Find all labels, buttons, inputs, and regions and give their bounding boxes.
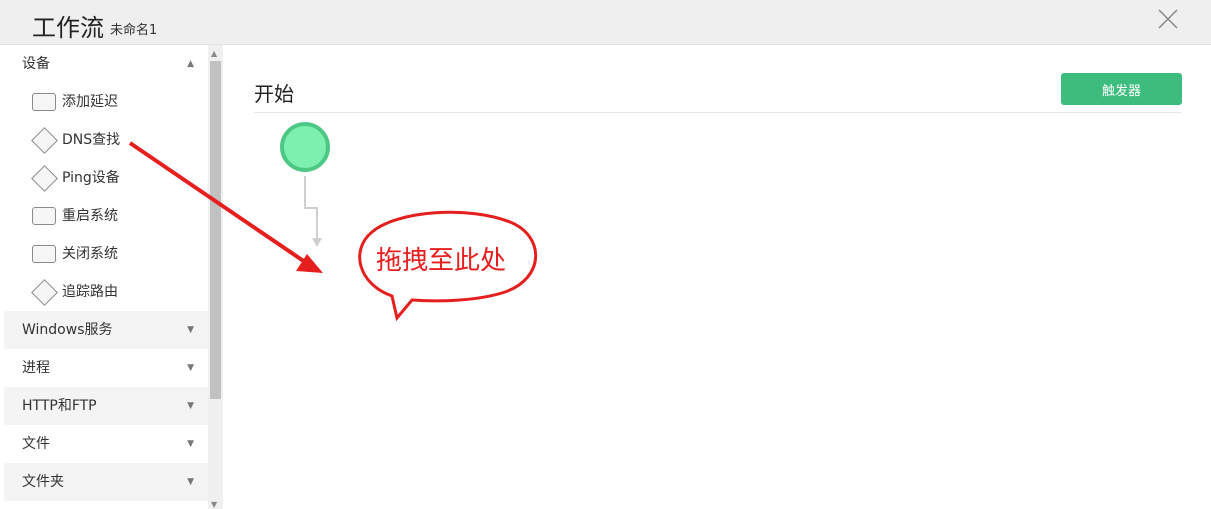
connector-arrowhead-icon	[312, 238, 322, 247]
drag-arrow	[128, 141, 307, 264]
connector-line	[304, 176, 318, 240]
start-node[interactable]	[280, 122, 330, 172]
workflow-canvas[interactable]	[0, 0, 1211, 509]
drop-here-label: 拖拽至此处	[376, 246, 507, 276]
